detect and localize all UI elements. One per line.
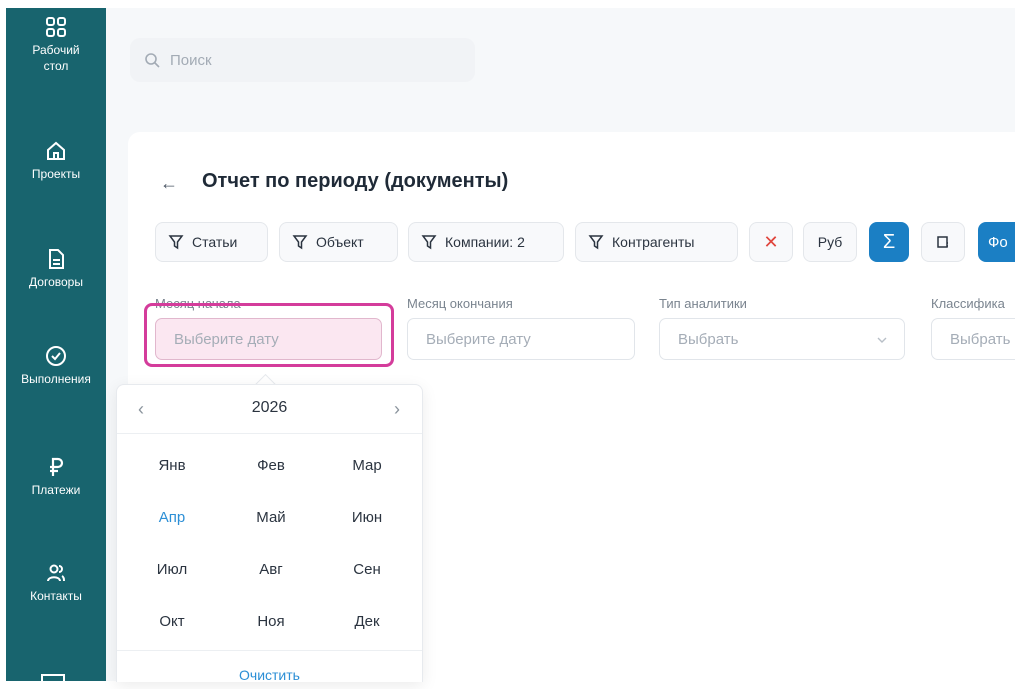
sidebar-item-projects[interactable]: Проекты xyxy=(6,140,106,182)
month-sep[interactable]: Сен xyxy=(316,561,418,578)
users-icon xyxy=(47,564,65,582)
sidebar: Рабочий стол Проекты Договоры Выполнения… xyxy=(6,8,106,689)
month-may[interactable]: Май xyxy=(220,509,322,526)
filter-articles-button[interactable]: Статьи xyxy=(155,222,268,262)
month-oct[interactable]: Окт xyxy=(121,613,223,630)
month-picker-header: ‹ 2026 › xyxy=(117,385,422,434)
close-icon: ✕ xyxy=(763,231,779,252)
sigma-icon: Σ xyxy=(882,230,896,253)
end-month-label: Месяц окончания xyxy=(407,296,513,311)
dashboard-icon xyxy=(46,17,66,37)
filter-icon xyxy=(588,235,604,250)
classification-placeholder: Выбрать xyxy=(950,330,1011,348)
form-button-label: Фо xyxy=(988,233,1008,251)
filter-companies-button[interactable]: Компании: 2 xyxy=(408,222,564,262)
back-button[interactable]: ← xyxy=(158,172,180,194)
filter-icon xyxy=(292,235,308,250)
sidebar-item-label: Рабочий стол xyxy=(32,43,80,73)
month-feb[interactable]: Фев xyxy=(220,457,322,474)
form-button[interactable]: Фо xyxy=(978,222,1015,262)
ruble-icon xyxy=(50,457,64,476)
classification-select[interactable]: Выбрать xyxy=(931,318,1015,360)
next-year-button[interactable]: › xyxy=(387,399,407,419)
analytics-type-placeholder: Выбрать xyxy=(678,330,739,348)
filter-icon xyxy=(421,235,437,250)
sidebar-item-label: Проекты xyxy=(31,167,81,181)
sidebar-item-label: Контакты xyxy=(30,589,82,603)
sidebar-item-dashboard[interactable]: Рабочий стол xyxy=(6,16,106,74)
month-nov[interactable]: Ноя xyxy=(220,613,322,630)
month-apr[interactable]: Апр xyxy=(121,509,223,526)
filter-counterparties-button[interactable]: Контрагенты xyxy=(575,222,738,262)
search-input[interactable] xyxy=(168,50,472,70)
year-label: 2026 xyxy=(251,399,288,416)
search-icon xyxy=(145,53,160,68)
currency-button[interactable]: Руб xyxy=(803,222,857,262)
frame-icon xyxy=(937,236,949,248)
document-icon xyxy=(49,249,64,269)
month-jul[interactable]: Июл xyxy=(121,561,223,578)
cropped-top-edge xyxy=(0,0,1015,8)
focus-highlight-ring xyxy=(144,303,394,367)
sidebar-item-executions[interactable]: Выполнения xyxy=(6,345,106,387)
clear-filters-button[interactable]: ✕ xyxy=(749,222,793,262)
end-month-field[interactable]: Выберите дату xyxy=(407,318,635,360)
month-picker-popup: ‹ 2026 › Янв Фев Мар Апр Май Июн Июл Авг… xyxy=(116,384,423,683)
filter-label: Компании: 2 xyxy=(445,234,525,250)
check-circle-icon xyxy=(46,346,66,366)
arrow-left-icon: ← xyxy=(160,172,178,193)
classification-label: Классифика xyxy=(931,296,1005,311)
analytics-type-select[interactable]: Выбрать xyxy=(659,318,905,360)
filter-label: Объект xyxy=(316,234,364,250)
search-box[interactable] xyxy=(130,38,475,82)
month-jan[interactable]: Янв xyxy=(121,457,223,474)
filter-label: Статьи xyxy=(192,234,238,250)
sidebar-item-contracts[interactable]: Договоры xyxy=(6,248,106,290)
sidebar-item-label: Платежи xyxy=(31,483,81,497)
month-dec[interactable]: Дек xyxy=(316,613,418,630)
filter-label: Контрагенты xyxy=(612,234,695,250)
currency-label: Руб xyxy=(817,234,843,250)
month-aug[interactable]: Авг xyxy=(220,561,322,578)
filter-icon xyxy=(168,235,184,250)
sidebar-item-label: Договоры xyxy=(29,275,83,289)
view-toggle-button[interactable] xyxy=(921,222,965,262)
month-jun[interactable]: Июн xyxy=(316,509,418,526)
home-icon xyxy=(47,141,65,160)
sum-toggle-button[interactable]: Σ xyxy=(869,222,909,262)
sidebar-item-payments[interactable]: Платежи xyxy=(6,456,106,498)
sidebar-item-contacts[interactable]: Контакты xyxy=(6,562,106,604)
end-month-placeholder: Выберите дату xyxy=(426,330,531,348)
month-mar[interactable]: Мар xyxy=(316,457,418,474)
filter-object-button[interactable]: Объект xyxy=(279,222,398,262)
sidebar-item-label: Выполнения xyxy=(21,372,91,386)
month-picker-footer: Очистить xyxy=(117,650,422,683)
chevron-down-icon xyxy=(877,337,887,343)
analytics-type-label: Тип аналитики xyxy=(659,296,747,311)
page-title: Отчет по периоду (документы) xyxy=(202,170,509,192)
